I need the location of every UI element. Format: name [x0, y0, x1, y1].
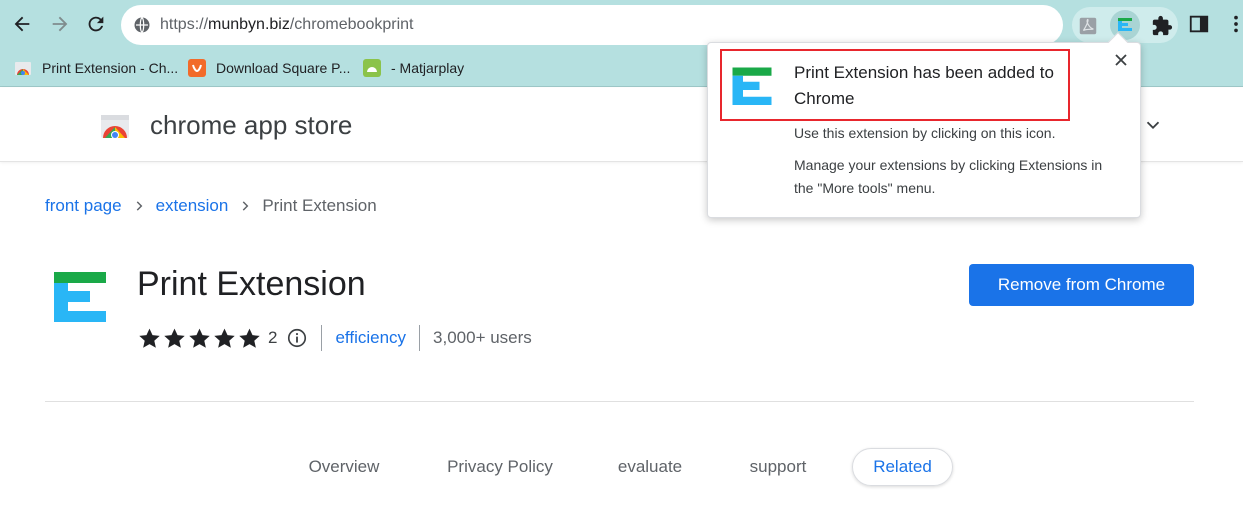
print-extension-logo-icon: [52, 270, 108, 326]
puzzle-icon[interactable]: [1150, 14, 1174, 38]
chrome-store-favicon: [14, 59, 32, 77]
bookmark-download-square[interactable]: Download Square P...: [188, 57, 350, 79]
divider: [419, 325, 421, 351]
info-icon[interactable]: [286, 327, 308, 349]
item-title: Print Extension: [137, 265, 366, 303]
popup-title: Print Extension has been added to Chrome: [794, 63, 1054, 108]
star-icon: [164, 328, 185, 348]
popup-line-manage: Manage your extensions by clicking Exten…: [794, 157, 1103, 196]
star-icon: [214, 328, 235, 348]
reload-icon[interactable]: [84, 12, 108, 36]
bookmark-print-extension[interactable]: Print Extension - Ch...: [14, 57, 178, 79]
user-count: 3,000+ users: [433, 328, 532, 347]
site-info-icon[interactable]: [133, 16, 151, 34]
remove-from-chrome-button[interactable]: Remove from Chrome: [969, 264, 1194, 306]
bookmark-matjarplay[interactable]: - Matjarplay: [363, 57, 464, 79]
category-link[interactable]: efficiency: [335, 328, 406, 348]
shield-favicon: [188, 59, 206, 77]
url-text: https://munbyn.biz/chromebookprint: [160, 16, 414, 33]
android-favicon: [363, 59, 381, 77]
breadcrumb-category[interactable]: extension: [156, 196, 229, 216]
rating-stars[interactable]: [137, 326, 262, 351]
star-icon: [139, 328, 160, 348]
star-icon: [239, 328, 260, 348]
pdf-extension-icon[interactable]: [1076, 14, 1100, 38]
section-divider: [45, 401, 1194, 402]
chevron-right-icon: [234, 195, 256, 217]
store-title[interactable]: chrome app store: [150, 110, 352, 140]
close-icon[interactable]: [1111, 50, 1131, 70]
address-bar[interactable]: https://munbyn.biz/chromebookprint: [121, 5, 1063, 45]
item-meta: 2 efficiency 3,000+ users: [137, 324, 532, 352]
breadcrumb: front page extension Print Extension: [45, 195, 377, 217]
extensions-group: [1072, 7, 1178, 43]
popup-line-usage: Use this extension by clicking on this i…: [794, 125, 1056, 141]
tab-related[interactable]: Related: [852, 448, 953, 486]
chevron-down-icon[interactable]: [1142, 114, 1164, 136]
tab-evaluate[interactable]: evaluate: [606, 448, 694, 486]
tab-privacy-policy[interactable]: Privacy Policy: [436, 448, 564, 486]
divider: [321, 325, 323, 351]
more-vert-icon[interactable]: [1224, 12, 1243, 36]
chrome-store-logo-icon[interactable]: [100, 110, 130, 140]
breadcrumb-current: Print Extension: [262, 196, 377, 215]
print-extension-logo-icon: [731, 66, 773, 108]
star-icon: [189, 328, 210, 348]
side-panel-icon[interactable]: [1187, 12, 1211, 36]
breadcrumb-home[interactable]: front page: [45, 196, 122, 216]
back-arrow-icon[interactable]: [10, 12, 34, 36]
rating-count: 2: [268, 328, 278, 347]
tab-overview[interactable]: Overview: [296, 448, 392, 486]
extension-added-popup: Print Extension has been added to Chrome…: [707, 32, 1141, 218]
chevron-right-icon: [128, 195, 150, 217]
forward-arrow-icon[interactable]: [48, 12, 72, 36]
tab-support[interactable]: support: [737, 448, 819, 486]
